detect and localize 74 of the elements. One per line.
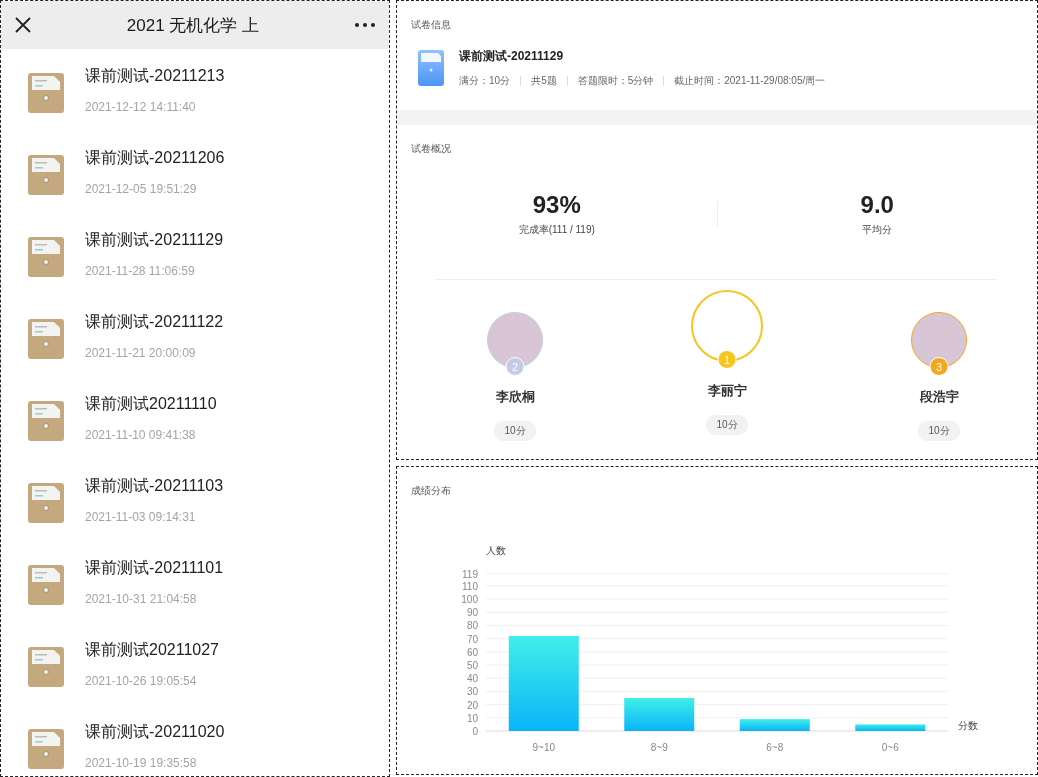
- rank-medal: 2: [505, 357, 525, 376]
- x-axis-title: 分数: [958, 720, 978, 731]
- exam-date: 2021-11-10 09:41:38: [85, 428, 196, 442]
- axis-category-label: 8~9: [650, 742, 668, 753]
- axis-tick-label: 110: [462, 580, 478, 592]
- section-heading: 成绩分布: [410, 484, 452, 498]
- exam-title: 课前测试-20211129: [459, 48, 565, 65]
- exam-meta: 答题限时：5分钟: [577, 74, 654, 88]
- axis-tick-label: 90: [466, 607, 478, 619]
- close-icon[interactable]: [15, 17, 31, 33]
- student-name: 李欣桐: [495, 388, 535, 406]
- score-pill: 10分: [918, 421, 960, 441]
- histogram-bar: [624, 698, 695, 731]
- exam-date: 2021-12-05 19:51:29: [85, 182, 197, 196]
- histogram-bar: [739, 719, 810, 731]
- exam-title[interactable]: 课前测试-20211020: [85, 722, 225, 743]
- exam-meta: 满分：10分: [459, 74, 511, 88]
- score-pill: 10分: [706, 415, 748, 435]
- rank-medal: 1: [717, 350, 737, 369]
- axis-tick-label: 0: [472, 726, 478, 737]
- exam-title[interactable]: 课前测试-20211129: [85, 230, 224, 251]
- exam-date: 2021-11-03 09:14:31: [85, 510, 196, 524]
- axis-category-label: 6~8: [766, 742, 784, 753]
- axis-tick-label: 50: [466, 660, 478, 672]
- axis-tick-label: 119: [462, 569, 478, 580]
- exam-date: 2021-10-31 21:04:58: [85, 592, 197, 606]
- axis-category-label: 0~6: [881, 742, 899, 753]
- stat-label: 完成率(111 / 119): [518, 223, 595, 237]
- axis-tick-label: 70: [466, 633, 478, 645]
- exam-date: 2021-10-19 19:35:58: [85, 756, 197, 770]
- axis-tick-label: 40: [466, 673, 478, 685]
- folder-icon: [28, 647, 64, 687]
- folder-icon: [28, 73, 64, 113]
- exam-date: 2021-11-28 11:06:59: [85, 264, 195, 278]
- stat-value: 9.0: [860, 191, 894, 219]
- folder-icon: [28, 401, 64, 441]
- section-heading: 试卷概况: [410, 142, 452, 156]
- exam-title[interactable]: 课前测试20211027: [85, 640, 219, 661]
- exam-title[interactable]: 课前测试-20211206: [85, 148, 225, 169]
- window-title: 2021 无机化学 上: [125, 14, 261, 37]
- folder-icon: [28, 155, 64, 195]
- y-axis-title: 人数: [486, 545, 506, 556]
- stat-label: 平均分: [862, 223, 893, 237]
- axis-tick-label: 20: [466, 699, 478, 711]
- folder-icon: [28, 729, 64, 769]
- axis-tick-label: 80: [466, 620, 478, 632]
- exam-title[interactable]: 课前测试-20211122: [85, 312, 224, 333]
- exam-title[interactable]: 课前测试-20211103: [85, 476, 224, 497]
- exam-title[interactable]: 课前测试-20211213: [85, 66, 225, 87]
- rank-medal: 3: [929, 357, 949, 376]
- student-name: 李丽宁: [707, 382, 747, 400]
- document-icon: [418, 50, 444, 86]
- histogram-bar: [855, 724, 926, 731]
- axis-tick-label: 30: [466, 686, 478, 698]
- axis-tick-label: 10: [466, 712, 478, 724]
- stat-value: 93%: [532, 191, 581, 219]
- folder-icon: [28, 565, 64, 605]
- exam-date: 2021-11-21 20:00:09: [85, 346, 196, 360]
- exam-title[interactable]: 课前测试20211110: [85, 394, 217, 415]
- folder-icon: [28, 319, 64, 359]
- folder-icon: [28, 237, 64, 277]
- exam-meta: 共5题: [531, 74, 557, 88]
- section-heading: 试卷信息: [410, 18, 452, 32]
- axis-category-label: 9~10: [532, 742, 555, 753]
- score-pill: 10分: [494, 421, 536, 441]
- exam-date: 2021-12-12 14:11:40: [85, 100, 196, 114]
- folder-icon: [28, 483, 64, 523]
- more-icon[interactable]: [355, 23, 375, 27]
- student-name: 段浩宇: [919, 388, 959, 406]
- exam-date: 2021-10-26 19:05:54: [85, 674, 197, 688]
- exam-meta: 截止时间：2021-11-29/08:05/周一: [674, 74, 826, 88]
- exam-title[interactable]: 课前测试-20211101: [85, 558, 224, 579]
- axis-tick-label: 100: [461, 594, 478, 606]
- axis-tick-label: 60: [466, 646, 478, 658]
